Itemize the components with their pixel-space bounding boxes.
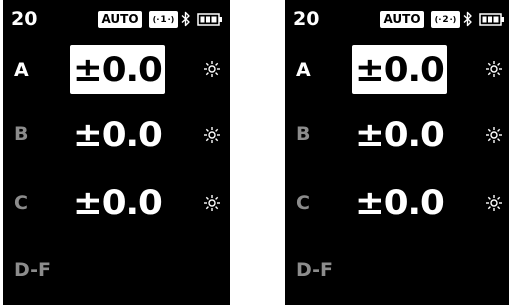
group-label-b: B bbox=[14, 123, 29, 145]
light-icon[interactable] bbox=[485, 126, 503, 144]
group-b-value[interactable]: ±0.0 bbox=[70, 110, 165, 159]
group-label-a: A bbox=[14, 59, 29, 81]
light-icon[interactable] bbox=[203, 60, 221, 78]
group-row-b[interactable]: B ±0.0 bbox=[3, 110, 230, 160]
light-icon[interactable] bbox=[203, 126, 221, 144]
group-row-df[interactable]: D-F bbox=[285, 250, 509, 300]
battery-icon bbox=[479, 13, 504, 26]
light-icon[interactable] bbox=[485, 60, 503, 78]
group-a-value[interactable]: ±0.0 bbox=[70, 45, 165, 94]
group-label-c: C bbox=[296, 192, 310, 214]
radio-group-badge[interactable]: (· 2 ·) bbox=[431, 11, 460, 28]
radio-wave-left-icon: (· bbox=[152, 15, 160, 24]
bluetooth-icon bbox=[181, 11, 190, 27]
group-c-value[interactable]: ±0.0 bbox=[352, 178, 447, 227]
group-label-df: D-F bbox=[14, 259, 51, 281]
status-bar: 20 AUTO (· 1 ·) bbox=[3, 0, 230, 36]
group-row-df[interactable]: D-F bbox=[3, 250, 230, 300]
channel-number: 20 bbox=[293, 8, 320, 30]
group-row-c[interactable]: C ±0.0 bbox=[3, 178, 230, 228]
group-c-value[interactable]: ±0.0 bbox=[70, 178, 165, 227]
group-row-a[interactable]: A ±0.0 bbox=[3, 45, 230, 95]
group-label-a: A bbox=[296, 59, 311, 81]
group-a-value[interactable]: ±0.0 bbox=[352, 45, 447, 94]
radio-wave-right-icon: ·) bbox=[449, 15, 457, 24]
auto-mode-badge[interactable]: AUTO bbox=[380, 11, 424, 28]
flash-display-right: 20 AUTO (· 2 ·) A ±0.0 B ±0.0 C ±0.0 D-F bbox=[285, 0, 509, 305]
flash-display-left: 20 AUTO (· 1 ·) A ±0.0 B ±0.0 C ±0.0 D-F bbox=[3, 0, 230, 305]
light-icon[interactable] bbox=[203, 194, 221, 212]
group-b-value[interactable]: ±0.0 bbox=[352, 110, 447, 159]
bluetooth-icon bbox=[463, 11, 472, 27]
channel-number: 20 bbox=[11, 8, 38, 30]
radio-group-number: 2 bbox=[442, 14, 449, 25]
group-label-c: C bbox=[14, 192, 28, 214]
status-bar: 20 AUTO (· 2 ·) bbox=[285, 0, 509, 36]
group-label-b: B bbox=[296, 123, 311, 145]
group-row-a[interactable]: A ±0.0 bbox=[285, 45, 509, 95]
radio-group-number: 1 bbox=[160, 14, 167, 25]
radio-wave-right-icon: ·) bbox=[167, 15, 175, 24]
group-row-b[interactable]: B ±0.0 bbox=[285, 110, 509, 160]
battery-icon bbox=[197, 13, 222, 26]
radio-wave-left-icon: (· bbox=[434, 15, 442, 24]
group-row-c[interactable]: C ±0.0 bbox=[285, 178, 509, 228]
light-icon[interactable] bbox=[485, 194, 503, 212]
group-label-df: D-F bbox=[296, 259, 333, 281]
radio-group-badge[interactable]: (· 1 ·) bbox=[149, 11, 178, 28]
auto-mode-badge[interactable]: AUTO bbox=[98, 11, 142, 28]
